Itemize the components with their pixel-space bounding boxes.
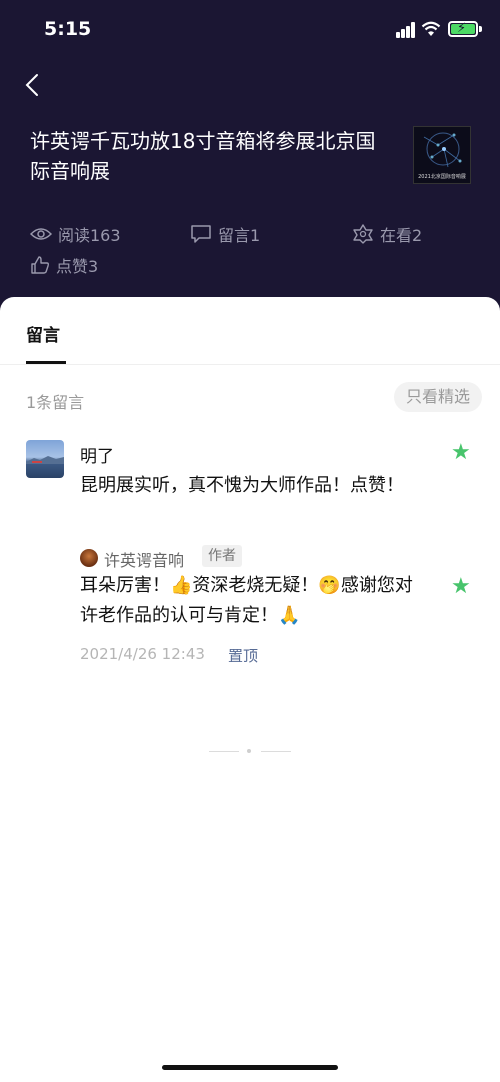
eye-icon (30, 228, 52, 240)
thumbs-up-icon (31, 256, 50, 274)
featured-only-button[interactable]: 只看精选 (394, 382, 482, 412)
author-name: 许英谔音响 (104, 551, 185, 570)
watching-count-label: 在看2 (380, 226, 423, 245)
comment-text: 昆明展实听，真不愧为大师作品！点赞！ (80, 475, 404, 496)
divider (0, 364, 500, 365)
back-arrow-icon[interactable] (22, 72, 42, 98)
end-of-list-divider (209, 749, 291, 753)
comment-bubble-icon (191, 225, 211, 243)
avatar[interactable] (26, 440, 64, 478)
battery-icon: ⚡ (448, 21, 478, 37)
comment-date: 2021/4/26 12:43 (80, 645, 205, 663)
cover-network-graphic (423, 132, 462, 168)
cover-caption: 2021北京国际音响展 (418, 174, 466, 180)
star-icon[interactable]: ★ (451, 440, 471, 465)
pin-button[interactable]: 置顶 (228, 645, 258, 666)
star-icon[interactable]: ★ (451, 574, 471, 599)
author-reply-text: 耳朵厉害！👍资深老烧无疑！🤭感谢您对许老作品的认可与肯定！🙏 (80, 575, 413, 626)
cellular-signal-icon (396, 22, 416, 38)
comments-sheet: 留言 1条留言 只看精选 明了 昆明展实听，真不愧为大师作品！点赞！ ★ 许英谔… (0, 297, 500, 1082)
battery-tip (479, 26, 482, 32)
like-button[interactable]: 点赞3 (30, 253, 98, 277)
status-bar: 5:15 ⚡ (0, 0, 500, 60)
read-count-label: 阅读163 (58, 226, 121, 245)
comment-total: 1条留言 (26, 393, 85, 412)
comment-count[interactable]: 留言1 (190, 222, 260, 246)
article-header: 5:15 ⚡ 许英谔千瓦功放18寸音箱将参展北京国际音响展 2021北京国际音响… (0, 0, 500, 330)
author-avatar (80, 549, 98, 567)
comment-username[interactable]: 明了 (80, 442, 114, 467)
tab-comments[interactable]: 留言 (26, 321, 60, 346)
avatar-landscape-graphic (26, 456, 64, 464)
like-count-label: 点赞3 (56, 257, 99, 276)
article-title: 许英谔千瓦功放18寸音箱将参展北京国际音响展 (30, 129, 376, 183)
watching-button[interactable]: 在看2 (352, 222, 422, 246)
comment-count-label: 留言1 (218, 226, 261, 245)
home-indicator[interactable] (162, 1065, 338, 1070)
wifi-icon (421, 21, 441, 36)
author-badge: 作者 (202, 545, 242, 567)
article-cover-image[interactable]: 2021北京国际音响展 (413, 126, 471, 184)
read-count: 阅读163 (30, 222, 121, 246)
status-time: 5:15 (44, 18, 92, 40)
watching-icon (353, 224, 373, 244)
